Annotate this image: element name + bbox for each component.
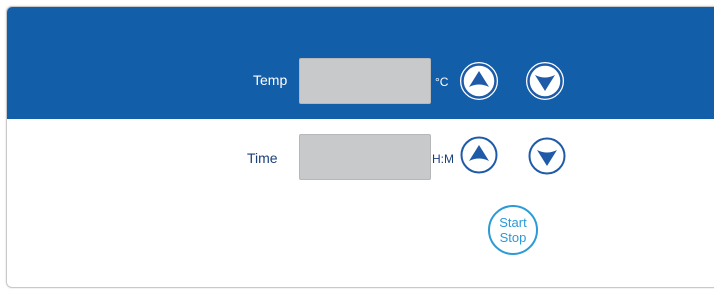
temp-display bbox=[299, 58, 431, 104]
temp-label: Temp bbox=[253, 72, 288, 88]
start-stop-button[interactable]: Start Stop bbox=[488, 205, 538, 255]
time-display bbox=[299, 134, 431, 180]
control-panel: Temp °C Time H:M Start Stop bbox=[6, 6, 714, 288]
time-up-button[interactable] bbox=[460, 136, 498, 174]
time-label: Time bbox=[247, 150, 278, 166]
down-arrow-icon bbox=[528, 137, 566, 175]
start-label: Start bbox=[499, 215, 527, 230]
stop-label: Stop bbox=[499, 230, 527, 245]
up-arrow-icon bbox=[461, 63, 497, 99]
temp-up-button[interactable] bbox=[460, 62, 498, 100]
time-unit: H:M bbox=[432, 152, 454, 166]
down-arrow-icon bbox=[527, 63, 563, 99]
temp-unit: °C bbox=[435, 75, 449, 89]
temp-down-button[interactable] bbox=[526, 62, 564, 100]
up-arrow-icon bbox=[460, 136, 498, 174]
time-down-button[interactable] bbox=[528, 137, 566, 175]
